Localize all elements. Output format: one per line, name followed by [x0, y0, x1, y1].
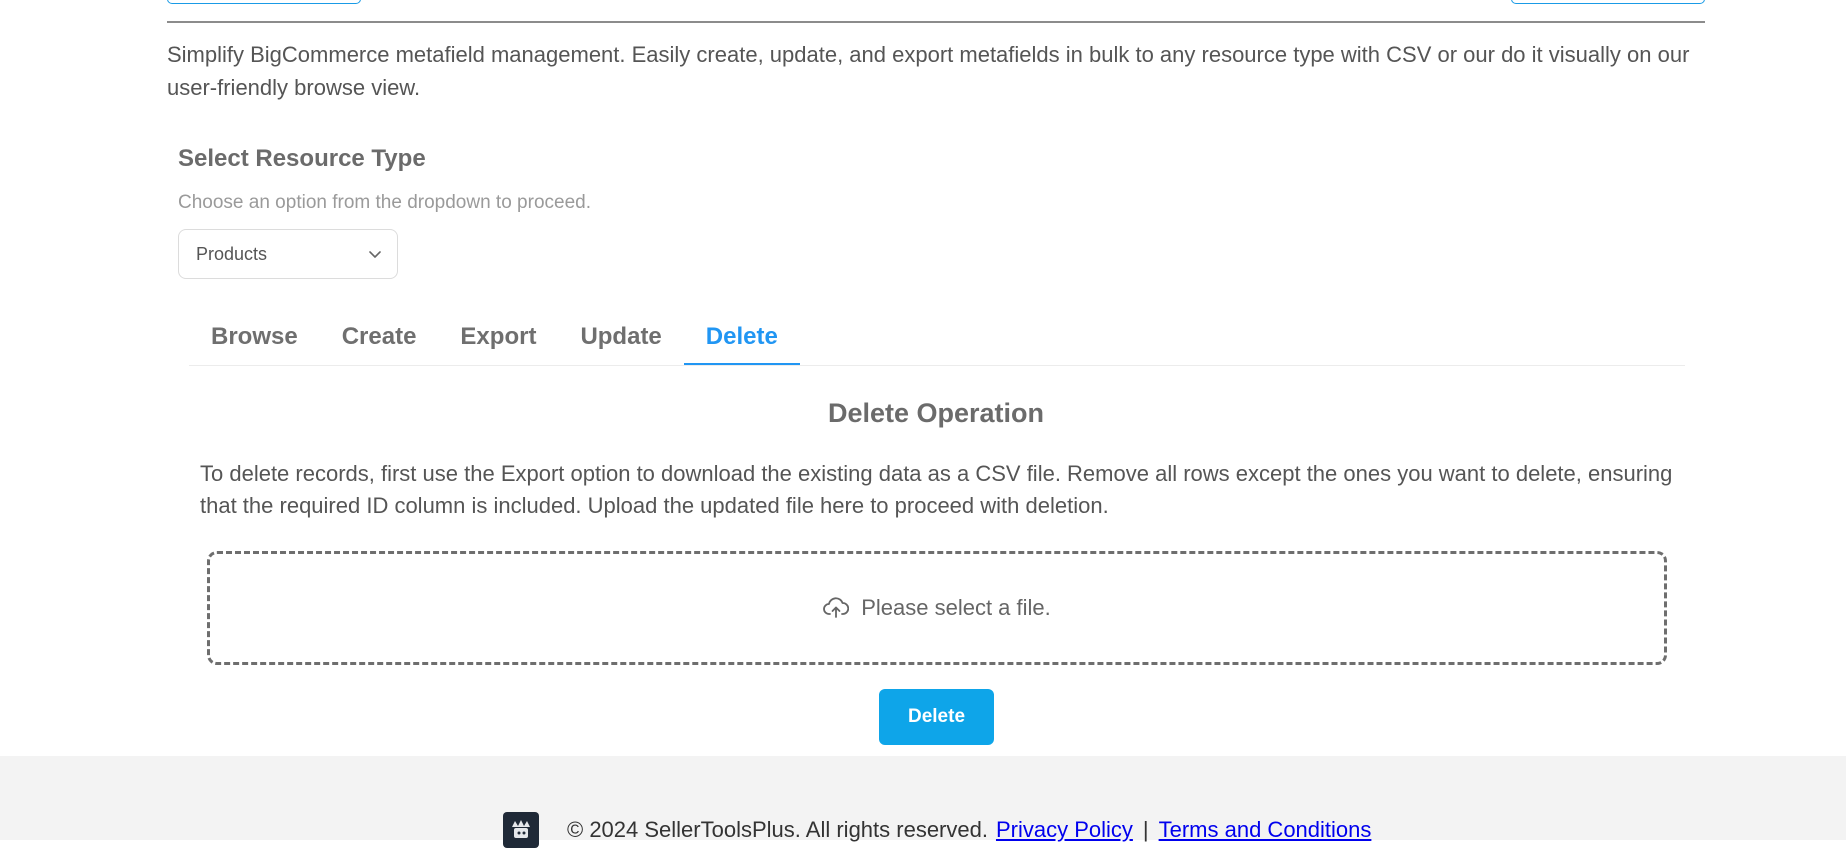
header-divider [167, 21, 1705, 23]
tab-create[interactable]: Create [320, 310, 439, 365]
tab-export[interactable]: Export [438, 310, 558, 365]
tab-update[interactable]: Update [558, 310, 683, 365]
operation-tabs: Browse Create Export Update Delete [189, 310, 1685, 366]
cloud-upload-icon [823, 597, 850, 618]
brand-logo [503, 812, 539, 848]
delete-button[interactable]: Delete [879, 689, 994, 745]
resource-type-value: Products [196, 243, 268, 264]
resource-type-select[interactable]: Products [178, 229, 398, 279]
operation-title: Delete Operation [827, 398, 1045, 428]
operation-description: To delete records, first use the Export … [200, 461, 1673, 518]
chevron-down-icon [369, 251, 381, 258]
footer-content: © 2024 SellerToolsPlus. All rights reser… [503, 812, 1371, 848]
tab-browse[interactable]: Browse [189, 310, 320, 365]
top-button-right[interactable] [1511, 0, 1705, 4]
intro-text: Simplify BigCommerce metafield managemen… [167, 42, 1690, 100]
terms-link[interactable]: Terms and Conditions [1159, 817, 1372, 843]
resource-type-hint: Choose an option from the dropdown to pr… [178, 192, 591, 213]
resource-type-title: Select Resource Type [178, 145, 426, 172]
copyright-text: © 2024 SellerToolsPlus. All rights reser… [567, 817, 988, 842]
dropzone-text: Please select a file. [861, 595, 1051, 620]
tab-delete[interactable]: Delete [683, 310, 800, 365]
privacy-policy-link[interactable]: Privacy Policy [996, 817, 1133, 843]
file-dropzone[interactable]: Please select a file. [207, 551, 1667, 665]
footer-separator: | [1142, 817, 1149, 842]
top-button-left[interactable] [167, 0, 361, 4]
